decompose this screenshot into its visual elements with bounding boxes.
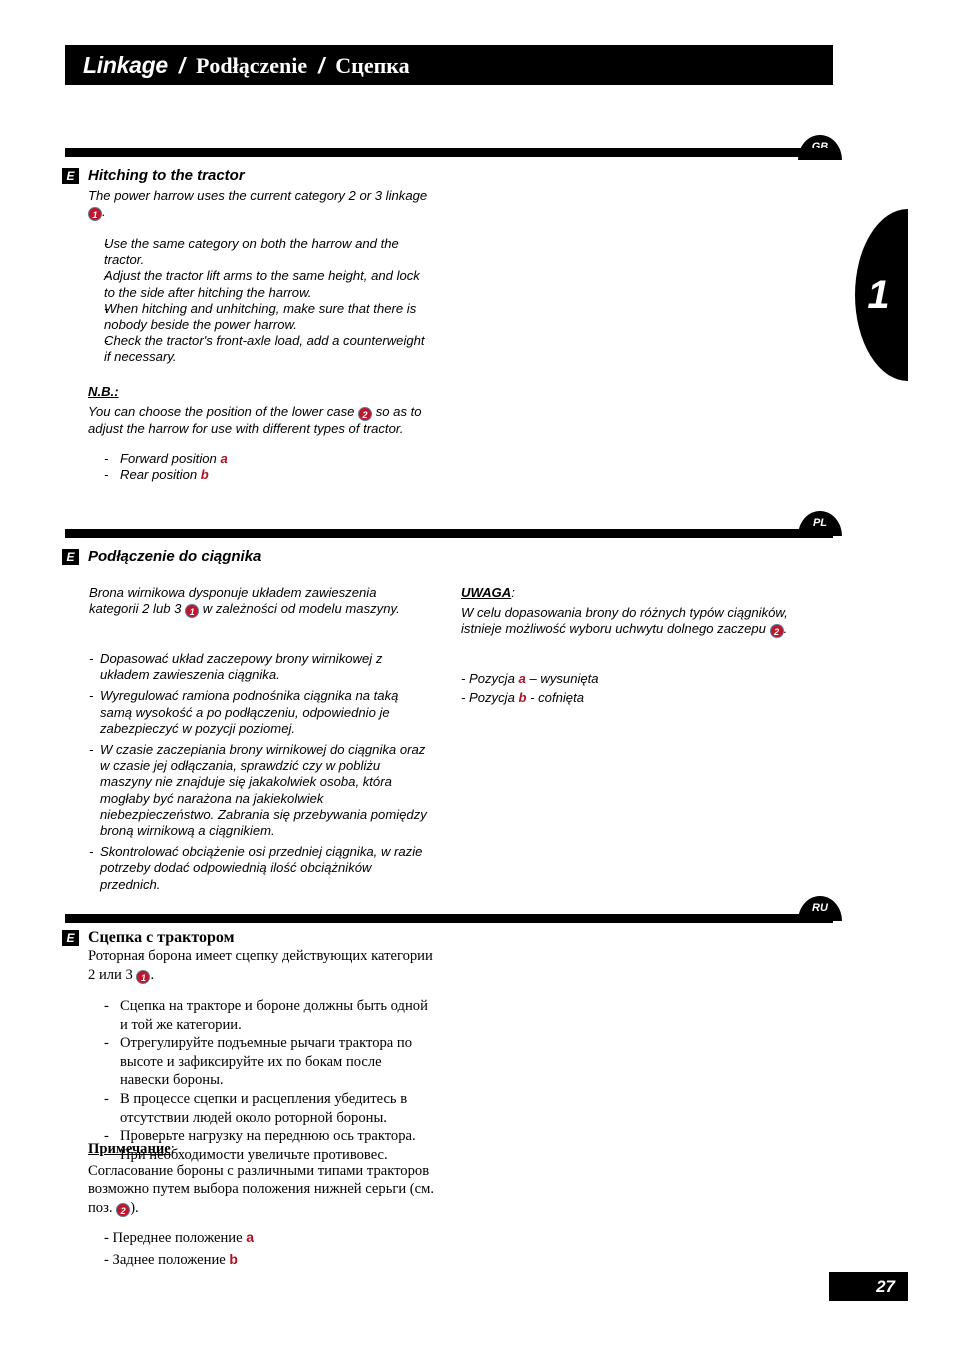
- section-heading-en: E Hitching to the tractor: [62, 167, 245, 184]
- chapter-tab: 1: [855, 209, 908, 381]
- page-number: 27: [876, 1276, 895, 1296]
- marker-1-icon-en: 1: [88, 207, 102, 222]
- en-nb-colon: :: [114, 384, 119, 399]
- section-rule-en: [65, 148, 833, 157]
- ru-intro: Роторная борона имеет сцепку действующих…: [88, 947, 438, 984]
- en-intro: The power harrow uses the current catego…: [88, 188, 428, 222]
- ru-position-1-prefix: - Заднее положение: [104, 1251, 226, 1268]
- ru-note-text: Согласование бороны с различными типами …: [88, 1162, 438, 1218]
- page-title-polish: Podłączenie: [195, 52, 308, 78]
- e-badge-en: E: [62, 167, 79, 184]
- e-badge-ru: E: [62, 930, 79, 946]
- list-item: Сцепка на тракторе и бороне должны быть …: [104, 997, 434, 1034]
- marker-1-icon-pl: 1: [185, 604, 200, 619]
- ru-note-block: Примечание: Согласование бороны с различ…: [88, 1140, 438, 1217]
- list-item: - Переднее положение a: [104, 1228, 454, 1248]
- page-title-bar: Linkage / Podłączenie / Сцепка: [65, 45, 833, 85]
- pl-note-block: UWAGA: W celu dopasowania brony do różny…: [461, 585, 806, 639]
- pl-position-0-prefix: - Pozycja: [461, 671, 515, 686]
- en-intro-tail: .: [102, 204, 106, 220]
- en-position-1-letter: b: [200, 467, 209, 483]
- en-position-1-prefix: Rear position: [120, 467, 198, 483]
- en-position-list: Forward position a Rear position b: [104, 451, 434, 484]
- en-nb-label: N.B.: [88, 384, 115, 399]
- section-rule-pl: [65, 529, 833, 538]
- pl-note-colon: :: [511, 585, 515, 600]
- pl-note-label: UWAGA: [461, 585, 512, 600]
- ru-note-text-a: Согласование бороны с различными типами …: [88, 1162, 435, 1216]
- list-item: When hitching and unhitching, make sure …: [104, 301, 434, 333]
- marker-2-icon-pl: 2: [769, 624, 784, 639]
- list-item: Отрегулируйте подъемные рычаги трактора …: [104, 1034, 434, 1090]
- language-badge-pl-label: PL: [812, 516, 828, 529]
- list-item: W czasie zaczepiania brony wirnikowej do…: [89, 742, 427, 839]
- list-item: В процессе сцепки и расцепления убедитес…: [104, 1090, 434, 1127]
- list-item: Use the same category on both the harrow…: [104, 236, 434, 268]
- list-item: Wyregulować ramiona podnośnika ciągnika …: [89, 688, 427, 737]
- language-badge-ru-label: RU: [812, 901, 828, 914]
- en-intro-line2: linkage: [385, 188, 428, 203]
- section-heading-ru-title: Сцепка с трактором: [88, 929, 235, 946]
- pl-position-1-letter: b: [518, 690, 527, 706]
- page-title-english: Linkage: [83, 51, 168, 78]
- list-item: Skontrolować obciążenie osi przedniej ci…: [89, 844, 427, 893]
- list-item: - Pozycja b - cofnięta: [461, 690, 806, 706]
- pl-position-0-suffix: – wysunięta: [529, 671, 599, 686]
- title-separator-2: /: [318, 52, 325, 78]
- list-item: - Заднее положение b: [104, 1250, 454, 1270]
- ru-position-list: - Переднее положение a - Заднее положени…: [104, 1228, 454, 1269]
- en-nb-block: N.B.: You can choose the position of the…: [88, 384, 428, 437]
- pl-note-tail: .: [783, 621, 788, 637]
- page-title: Linkage / Podłączenie / Сцепка: [65, 52, 410, 79]
- section-heading-en-title: Hitching to the tractor: [88, 167, 245, 184]
- e-badge-pl: E: [62, 548, 79, 565]
- ru-position-0-letter: a: [246, 1229, 254, 1245]
- chapter-tab-number: 1: [867, 272, 890, 317]
- ru-intro-tail: .: [150, 966, 155, 983]
- marker-1-icon-ru: 1: [136, 969, 151, 984]
- pl-note-text: W celu dopasowania brony do różnych typó…: [461, 605, 806, 639]
- en-position-0-letter: a: [220, 451, 228, 466]
- e-badge-ru-label: E: [66, 931, 75, 945]
- list-item: - Pozycja a – wysunięta: [461, 671, 806, 687]
- page-title-russian: Сцепка: [335, 52, 410, 78]
- pl-note-text-a: W celu dopasowania brony do różnych typó…: [461, 605, 788, 637]
- section-rule-ru: [65, 914, 833, 923]
- pl-position-1-suffix: - cofnięta: [530, 690, 584, 706]
- ru-note-label: Примечание: [88, 1141, 171, 1157]
- list-item: Dopasować układ zaczepowy brony wirnikow…: [89, 651, 427, 683]
- en-nb-text: You can choose the position of the lower…: [88, 404, 428, 437]
- pl-position-0-letter: a: [518, 671, 526, 686]
- en-intro-line1: The power harrow uses the current catego…: [88, 188, 383, 203]
- ru-position-0-prefix: - Переднее положение: [104, 1230, 243, 1246]
- pl-position-1-prefix: - Pozycja: [461, 690, 515, 706]
- e-badge-pl-label: E: [66, 549, 75, 564]
- marker-2-icon-ru: 2: [116, 1202, 131, 1217]
- pl-intro: Brona wirnikowa dysponuje układem zawies…: [89, 585, 419, 619]
- ru-note-tail: ).: [130, 1199, 139, 1216]
- list-item: Forward position a: [104, 451, 434, 467]
- ru-note-colon: :: [170, 1141, 175, 1157]
- pl-bullet-list: Dopasować układ zaczepowy brony wirnikow…: [89, 651, 427, 898]
- e-badge-en-label: E: [66, 168, 75, 183]
- en-bullet-list: Use the same category on both the harrow…: [104, 236, 434, 366]
- title-separator-1: /: [178, 52, 185, 78]
- list-item: Rear position b: [104, 467, 434, 483]
- section-heading-pl-title: Podłączenie do ciągnika: [88, 548, 262, 565]
- pl-intro-line2: w zależności od modelu maszyny.: [202, 601, 400, 617]
- page-number-badge: 27: [829, 1272, 908, 1301]
- pl-position-list: - Pozycja a – wysunięta - Pozycja b - co…: [461, 671, 806, 706]
- list-item: Adjust the tractor lift arms to the same…: [104, 268, 434, 300]
- en-position-0-prefix: Forward position: [120, 451, 217, 466]
- marker-2-icon-en: 2: [358, 407, 373, 422]
- section-heading-pl: E Podłączenie do ciągnika: [62, 548, 261, 565]
- section-heading-ru: E Сцепка с трактором: [62, 929, 234, 947]
- ru-position-1-letter: b: [229, 1250, 238, 1267]
- en-nb-text-a: You can choose the position of the lower…: [88, 404, 355, 420]
- list-item: Check the tractor's front-axle load, add…: [104, 333, 434, 365]
